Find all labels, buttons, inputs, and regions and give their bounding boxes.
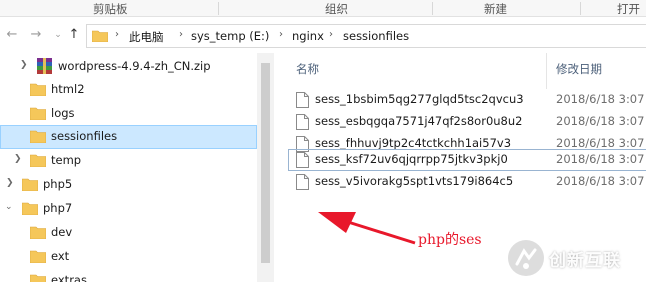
- tree-item-label: sessionfiles: [51, 129, 118, 143]
- file-icon: [296, 92, 309, 108]
- navigation-pane-scrollbar[interactable]: [257, 53, 274, 282]
- breadcrumb-separator-icon[interactable]: ›: [115, 29, 119, 40]
- file-row[interactable]: sess_1bsbim5qg277glqd5tsc2qvcu3 2018/6/1…: [288, 89, 646, 111]
- breadcrumb-nginx[interactable]: nginx: [292, 29, 324, 43]
- ribbon-group-organize: 组织: [325, 2, 348, 16]
- ribbon-divider: [580, 2, 581, 15]
- folder-icon: [22, 202, 38, 215]
- navigation-bar: ← → ⌄ ↑ › 此电脑 › sys_temp (E:) › nginx › …: [0, 17, 646, 53]
- tree-item-label: wordpress-4.9.4-zh_CN.zip: [58, 59, 211, 73]
- address-bar[interactable]: › 此电脑 › sys_temp (E:) › nginx › sessionf…: [86, 24, 646, 48]
- file-icon: [296, 114, 309, 130]
- folder-icon: [30, 274, 46, 282]
- winrar-archive-icon: [37, 58, 52, 74]
- breadcrumb-separator-icon[interactable]: ›: [179, 29, 183, 40]
- breadcrumb-separator-icon[interactable]: ›: [329, 29, 333, 40]
- file-date: 2018/6/18 3:07: [556, 136, 645, 150]
- tree-item-html2[interactable]: html2: [0, 78, 257, 102]
- tree-item-label: php5: [43, 177, 73, 191]
- tree-item-wordpress-zip[interactable]: ❯ wordpress-4.9.4-zh_CN.zip: [0, 55, 257, 79]
- watermark-logo-icon: [508, 240, 544, 276]
- collapse-chevron-icon[interactable]: ⌄: [5, 202, 13, 212]
- file-icon: [296, 174, 309, 190]
- column-header-modified[interactable]: 修改日期: [556, 61, 602, 77]
- file-date: 2018/6/18 3:07: [556, 114, 645, 128]
- folder-icon: [22, 178, 38, 191]
- column-header-name[interactable]: 名称: [296, 61, 319, 77]
- file-name: sess_ksf72uv6qjqrrpp75jtkv3pkj0: [315, 152, 508, 166]
- file-row[interactable]: sess_esbqgqa7571j47qf2s8or0u8u2 2018/6/1…: [288, 111, 646, 133]
- expand-chevron-icon[interactable]: ❯: [14, 154, 22, 164]
- folder-icon: [92, 30, 108, 42]
- watermark: 创新互联: [508, 240, 646, 276]
- breadcrumb-sessionfiles[interactable]: sessionfiles: [343, 29, 409, 43]
- folder-icon: [30, 83, 46, 96]
- file-name: sess_fhhuvj9tp2c4tctkchh1ai57v3: [315, 136, 512, 150]
- watermark-text: 创新互联: [549, 251, 621, 271]
- file-icon: [296, 152, 309, 168]
- file-name: sess_v5ivorakg5spt1vts179i864c5: [315, 174, 514, 188]
- file-row-focused[interactable]: sess_ksf72uv6qjqrrpp75jtkv3pkj0 2018/6/1…: [288, 149, 646, 171]
- tree-item-label: logs: [51, 106, 75, 120]
- folder-icon: [30, 250, 46, 263]
- ribbon-group-clipboard: 剪贴板: [93, 2, 128, 16]
- breadcrumb-separator-icon[interactable]: ›: [279, 29, 283, 40]
- recent-locations-chevron-icon[interactable]: ⌄: [50, 26, 66, 44]
- tree-item-ext[interactable]: ext: [0, 245, 257, 269]
- expand-chevron-icon[interactable]: ❯: [20, 60, 28, 70]
- tree-item-temp[interactable]: ❯ temp: [0, 149, 257, 173]
- tree-item-label: extras: [51, 273, 87, 282]
- forward-arrow-icon[interactable]: →: [28, 26, 44, 44]
- file-date: 2018/6/18 3:07: [556, 174, 645, 188]
- breadcrumb-drive[interactable]: sys_temp (E:): [191, 29, 269, 43]
- tree-item-logs[interactable]: logs: [0, 102, 257, 126]
- file-date: 2018/6/18 3:07: [556, 152, 645, 166]
- tree-item-extras[interactable]: extras: [0, 269, 257, 282]
- folder-icon: [30, 107, 46, 120]
- ribbon-group-new: 新建: [484, 2, 507, 16]
- tree-item-label: php7: [43, 201, 73, 215]
- annotation-text: php的ses: [418, 232, 482, 248]
- back-arrow-icon[interactable]: ←: [4, 26, 20, 44]
- tree-item-php5[interactable]: ❯ php5: [0, 173, 257, 197]
- tree-item-sessionfiles[interactable]: sessionfiles: [0, 125, 257, 149]
- file-name: sess_esbqgqa7571j47qf2s8or0u8u2: [315, 114, 523, 128]
- ribbon-group-open: 打开: [617, 2, 640, 16]
- scrollbar-thumb[interactable]: [261, 63, 270, 263]
- file-date: 2018/6/18 3:07: [556, 92, 645, 106]
- column-divider[interactable]: [546, 53, 547, 89]
- tree-item-dev[interactable]: dev: [0, 221, 257, 245]
- tree-item-php7[interactable]: ⌄ php7: [0, 197, 257, 221]
- file-name: sess_1bsbim5qg277glqd5tsc2qvcu3: [315, 92, 524, 106]
- file-row[interactable]: sess_v5ivorakg5spt1vts179i864c5 2018/6/1…: [288, 171, 646, 193]
- folder-icon: [30, 130, 46, 143]
- tree-item-label: temp: [51, 153, 82, 167]
- tree-item-label: html2: [51, 82, 85, 96]
- folder-icon: [30, 226, 46, 239]
- ribbon-divider: [218, 2, 219, 15]
- breadcrumb-this-pc[interactable]: 此电脑: [129, 29, 164, 45]
- expand-chevron-icon[interactable]: ❯: [6, 178, 14, 188]
- navigation-pane: ❯ wordpress-4.9.4-zh_CN.zip html2 logs s…: [0, 53, 257, 282]
- tree-item-label: dev: [51, 225, 73, 239]
- folder-icon: [30, 154, 46, 167]
- ribbon-divider: [432, 2, 433, 15]
- ribbon-group-labels: 剪贴板 组织 新建 打开: [0, 0, 646, 17]
- up-arrow-icon[interactable]: ↑: [66, 26, 82, 44]
- tree-item-label: ext: [51, 249, 70, 263]
